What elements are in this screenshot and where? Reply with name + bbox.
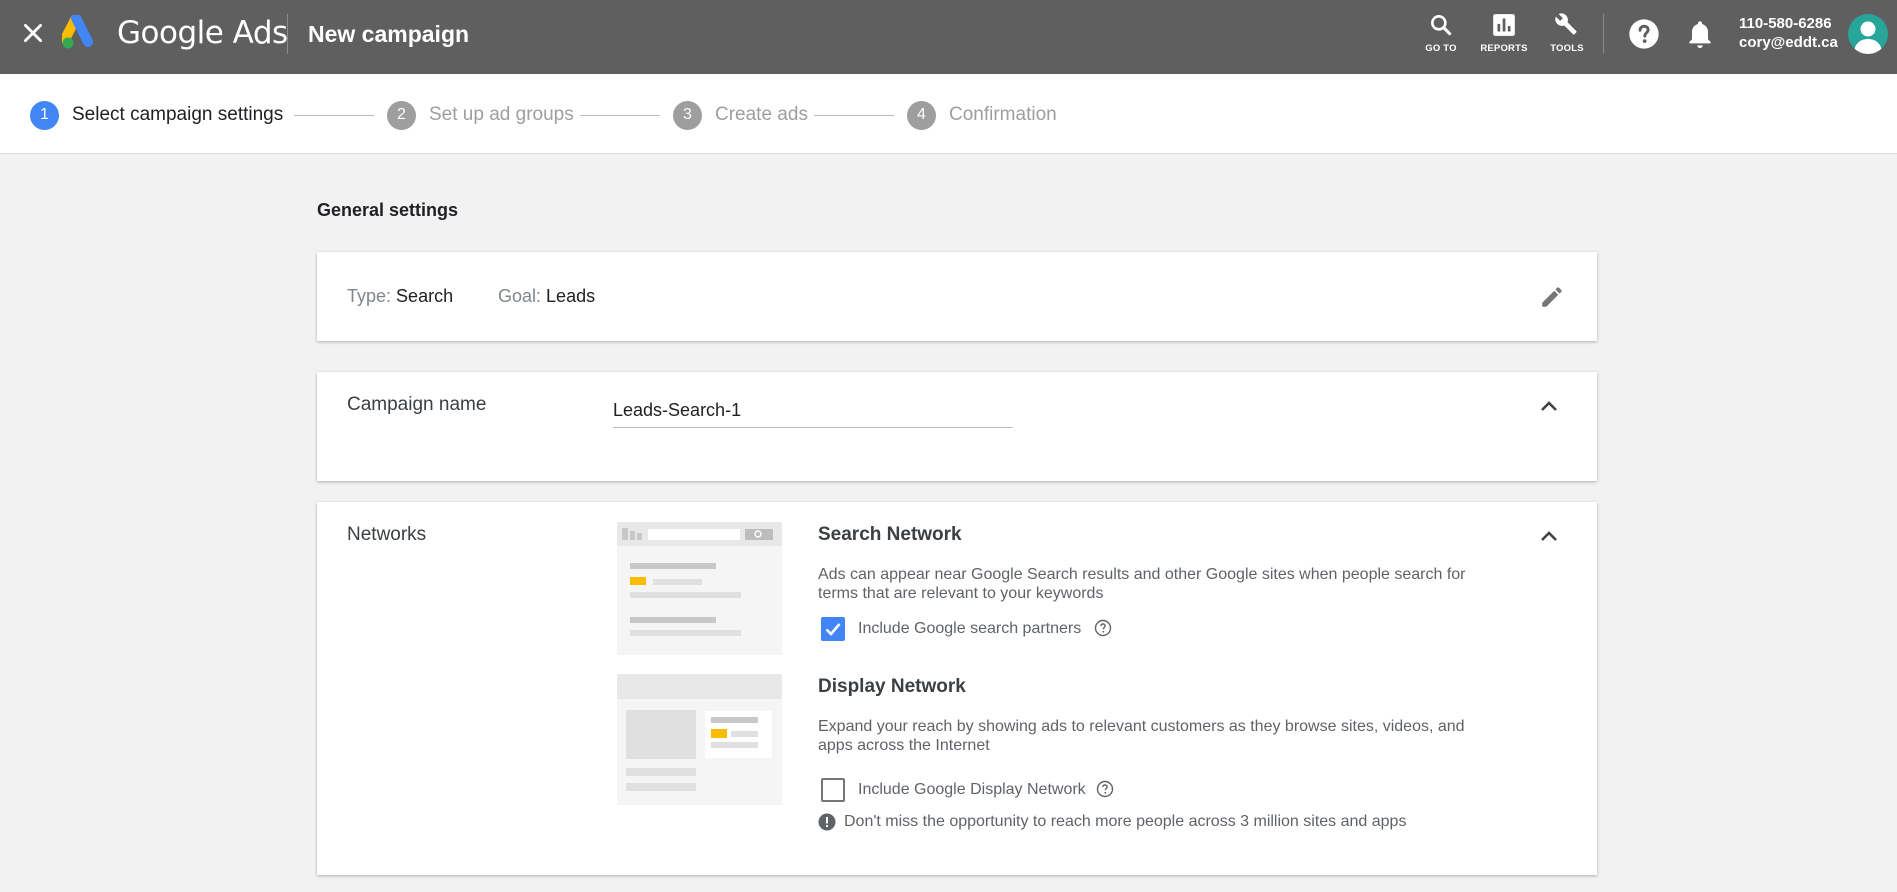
reports-button[interactable]: REPORTS <box>1472 12 1536 62</box>
step-label: Confirmation <box>949 104 1057 125</box>
campaign-name-card: Campaign name <box>317 372 1597 481</box>
type-value: Search <box>396 286 454 306</box>
display-network-info: Don't miss the opportunity to reach more… <box>818 813 1406 831</box>
notifications-bell-icon[interactable] <box>1684 17 1716 51</box>
display-network-checkbox[interactable] <box>821 778 845 802</box>
campaign-stepper: 1 Select campaign settings 2 Set up ad g… <box>0 74 1897 154</box>
tools-button[interactable]: TOOLS <box>1535 12 1599 62</box>
campaign-goal: Goal: Leads <box>498 286 595 307</box>
checkmark-icon <box>825 623 841 636</box>
step-set-up-ad-groups[interactable]: 2 Set up ad groups <box>387 100 574 130</box>
account-email: cory@eddt.ca <box>1739 34 1838 51</box>
step-label: Create ads <box>715 104 808 125</box>
campaign-name-label: Campaign name <box>347 394 487 415</box>
networks-label: Networks <box>347 524 427 545</box>
step-label: Select campaign settings <box>72 104 284 125</box>
step-confirmation[interactable]: 4 Confirmation <box>907 100 1057 130</box>
step-connector <box>580 115 660 116</box>
search-icon <box>1431 15 1452 36</box>
campaign-type: Type: Search <box>347 286 453 307</box>
step-connector <box>814 115 894 116</box>
section-title: General settings <box>317 200 459 220</box>
display-network-label: Include Google Display Network <box>858 781 1086 798</box>
reports-label: REPORTS <box>1480 43 1528 54</box>
step-number: 3 <box>673 100 702 130</box>
step-number: 1 <box>30 100 59 130</box>
header-divider <box>1603 14 1604 54</box>
goal-value: Leads <box>546 286 596 306</box>
step-create-ads[interactable]: 3 Create ads <box>673 100 808 130</box>
edit-pencil-icon[interactable] <box>1539 284 1565 310</box>
step-label: Set up ad groups <box>429 104 574 125</box>
help-circle-icon[interactable] <box>1094 619 1112 637</box>
search-network-description: Ads can appear near Google Search result… <box>818 566 1466 602</box>
step-number: 2 <box>387 100 416 130</box>
close-icon[interactable] <box>20 20 46 46</box>
account-id: 110-580-6286 <box>1739 15 1832 32</box>
help-icon[interactable] <box>1628 17 1660 51</box>
search-results-illustration <box>617 522 782 655</box>
search-partners-checkbox[interactable] <box>821 617 845 641</box>
networks-card: Networks Search Network Ads can appear n… <box>317 502 1597 875</box>
header-divider <box>287 14 288 54</box>
step-connector <box>294 115 374 116</box>
person-icon <box>1854 21 1882 54</box>
goto-button[interactable]: GO TO <box>1409 12 1473 62</box>
chevron-up-icon[interactable] <box>1539 529 1559 543</box>
display-network-title: Display Network <box>818 676 966 697</box>
account-info[interactable]: 110-580-6286 cory@eddt.ca <box>1739 14 1838 52</box>
step-select-campaign-settings[interactable]: 1 Select campaign settings <box>30 100 283 130</box>
chevron-up-icon[interactable] <box>1539 399 1559 413</box>
display-network-illustration <box>617 674 782 805</box>
reports-icon <box>1493 14 1515 36</box>
top-bar: Google Ads New campaign GO TO REPORTS TO… <box>0 0 1897 74</box>
search-partners-label: Include Google search partners <box>858 620 1082 637</box>
wrench-icon <box>1555 13 1577 35</box>
goal-key: Goal: <box>498 286 542 306</box>
brand-name: Google Ads <box>117 15 288 51</box>
info-alert-icon <box>818 813 836 831</box>
campaign-name-input[interactable] <box>613 394 1013 428</box>
campaign-summary-card: Type: Search Goal: Leads <box>317 252 1597 341</box>
help-circle-icon[interactable] <box>1096 780 1114 798</box>
type-key: Type: <box>347 286 392 306</box>
display-network-description: Expand your reach by showing ads to rele… <box>818 718 1465 754</box>
search-network-title: Search Network <box>818 524 962 545</box>
goto-label: GO TO <box>1425 43 1457 54</box>
info-message: Don't miss the opportunity to reach more… <box>844 813 1407 830</box>
google-ads-logo-icon <box>62 15 93 49</box>
page-title: New campaign <box>308 21 470 47</box>
tools-label: TOOLS <box>1550 43 1584 54</box>
step-number: 4 <box>907 100 936 130</box>
avatar[interactable] <box>1848 14 1888 54</box>
